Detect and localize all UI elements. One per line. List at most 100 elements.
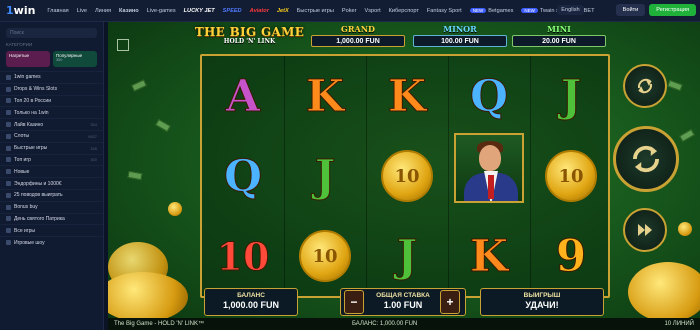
jackpot-minor: MINOR 100.00 FUN xyxy=(413,25,507,48)
category-icon xyxy=(6,204,11,210)
category-icon xyxy=(6,110,11,116)
nav-item-4[interactable]: Live-games xyxy=(143,8,180,14)
coin-pile-right xyxy=(628,262,700,322)
sidebar-item[interactable]: Bonus buy xyxy=(0,200,103,213)
nav-item-3[interactable]: Казино xyxy=(115,8,143,14)
nav-item-1[interactable]: Live xyxy=(73,8,91,14)
nav-item-2[interactable]: Линия xyxy=(91,8,115,14)
sidebar-item-label: Bonus buy xyxy=(14,204,38,211)
nav-item-11[interactable]: Vsport xyxy=(360,8,384,14)
sidebar-item[interactable]: Drops & Wins Slots xyxy=(0,82,103,95)
sidebar-item[interactable]: Лайв Казино 354 xyxy=(0,118,103,130)
balance-value: 1,000.00 FUN xyxy=(222,300,280,310)
game-logo: THE BIG GAME HOLD 'N' LINK xyxy=(194,25,305,45)
sidebar-item-count: 9837 xyxy=(88,133,97,139)
sidebar-item-label: Топ 20 в России xyxy=(14,97,52,104)
language-selector[interactable]: English xyxy=(557,5,584,15)
new-badge: NEW xyxy=(469,7,487,13)
nav-item-7[interactable]: Aviator xyxy=(246,8,273,14)
search-input[interactable]: Поиск xyxy=(6,28,97,38)
banknote-decor xyxy=(127,170,143,181)
brand-logo[interactable]: 1win xyxy=(6,4,35,17)
sidebar-item[interactable]: 25 поводов выиграть xyxy=(0,188,103,201)
fullscreen-icon[interactable] xyxy=(117,39,129,51)
banknote-decor xyxy=(679,128,695,143)
nav-item-14[interactable]: NEW Betgames xyxy=(466,7,518,14)
nav-item-5[interactable]: LUCKY JET xyxy=(180,8,219,14)
category-icon xyxy=(6,240,11,246)
symbol-k: K xyxy=(387,70,427,122)
game-status-bar: The Big Game - HOLD 'N' LINK™ БАЛАНС: 1,… xyxy=(108,318,700,330)
sidebar-item-label: Топ игр xyxy=(14,156,31,163)
category-card-hot[interactable]: Нагретые xyxy=(6,51,50,67)
coin-pile-left xyxy=(108,272,188,322)
turbo-button[interactable] xyxy=(623,64,667,108)
sidebar-item[interactable]: Только на 1win xyxy=(0,106,103,118)
coin-decor xyxy=(168,202,182,216)
nav-item-12[interactable]: Киберспорт xyxy=(385,8,423,14)
sidebar-item[interactable]: Слоты 9837 xyxy=(0,129,103,142)
banknote-decor xyxy=(667,79,683,92)
sidebar-item[interactable]: Игровые шоу xyxy=(0,236,103,248)
sidebar-item[interactable]: Все игры xyxy=(0,224,103,236)
fast-forward-icon xyxy=(638,224,652,236)
spin-button[interactable] xyxy=(613,126,679,192)
sidebar-item[interactable]: Топ игр 300 xyxy=(0,153,103,166)
decrease-bet-button[interactable]: − xyxy=(344,290,364,314)
autoplay-button[interactable] xyxy=(623,208,667,252)
nav-item-6[interactable]: SPEED xyxy=(219,8,246,14)
symbol-k: K xyxy=(305,70,345,122)
game-title-text: The Big Game - HOLD 'N' LINK™ xyxy=(114,321,204,327)
increase-bet-button[interactable]: + xyxy=(440,290,460,314)
sidebar-item-label: Новые xyxy=(14,168,30,175)
nav-item-0[interactable]: Главная xyxy=(43,8,72,14)
symbol-j: J xyxy=(396,230,418,282)
nav-item-8[interactable]: JetX xyxy=(273,8,293,14)
coin-value: 10 xyxy=(381,150,433,202)
nav-item-13[interactable]: Fantasy Sport xyxy=(423,8,466,14)
categories-label: КАТЕГОРИИ xyxy=(6,42,33,47)
sidebar-item[interactable]: День святого Патрика xyxy=(0,212,103,225)
footer-balance: БАЛАНС: 1,000.00 FUN xyxy=(352,321,418,327)
nav-item-10[interactable]: Poker xyxy=(338,8,361,14)
symbol-a: A xyxy=(225,70,261,122)
category-icon xyxy=(6,86,11,92)
category-icon xyxy=(6,216,11,222)
banknote-decor xyxy=(131,79,147,92)
nav-item-label: JetX xyxy=(276,7,289,14)
nav-item-label: Betgames xyxy=(488,7,514,14)
nav-item-label: Главная xyxy=(47,7,69,14)
category-icon xyxy=(6,181,11,187)
category-icon xyxy=(6,133,11,139)
nav-item-label: Быстрые игры xyxy=(296,7,334,14)
category-icon xyxy=(6,98,11,104)
sidebar-item-count: 165 xyxy=(90,145,97,151)
symbol-q: Q xyxy=(223,150,263,202)
nav-item-label: Poker xyxy=(341,7,357,14)
sidebar-item-label: Только на 1win xyxy=(14,109,49,116)
nav-item-label: Live-games xyxy=(146,7,176,14)
sidebar-item[interactable]: 1win games xyxy=(0,71,103,83)
login-button[interactable]: Войти xyxy=(615,4,646,16)
sidebar-item[interactable]: Топ 20 в России xyxy=(0,94,103,107)
category-card-popular[interactable]: Популярные 350 xyxy=(53,51,97,67)
nav-item-9[interactable]: Быстрые игры xyxy=(293,8,338,14)
sidebar-item-label: Эндорфины и 1000€ xyxy=(14,180,62,187)
coin-decor xyxy=(678,222,692,236)
sidebar-item[interactable]: Эндорфины и 1000€ xyxy=(0,177,103,189)
sidebar-item-label: Все игры xyxy=(14,227,35,234)
lines-count: 10 ЛИНИЙ xyxy=(664,321,694,327)
sidebar-item[interactable]: Быстрые игры 165 xyxy=(0,141,103,154)
banknote-decor xyxy=(155,118,171,133)
nav-item-label: Aviator xyxy=(249,7,269,14)
category-icon xyxy=(6,192,11,198)
sidebar-item[interactable]: Новые xyxy=(0,165,103,177)
top-navigation-bar: 1win Главная Live Линия Казино Live-games LUC… xyxy=(0,0,700,22)
sidebar-item-count: 300 xyxy=(90,157,97,163)
sidebar-item-label: 25 поводов выиграть xyxy=(14,192,63,199)
register-button[interactable]: Регистрация xyxy=(649,4,696,16)
sidebar-item-label: День святого Патрика xyxy=(14,215,65,222)
symbol-coin: 10 xyxy=(371,140,443,212)
jackpot-grand: GRAND 1,000.00 FUN xyxy=(311,25,405,48)
businessman-icon xyxy=(454,133,524,203)
